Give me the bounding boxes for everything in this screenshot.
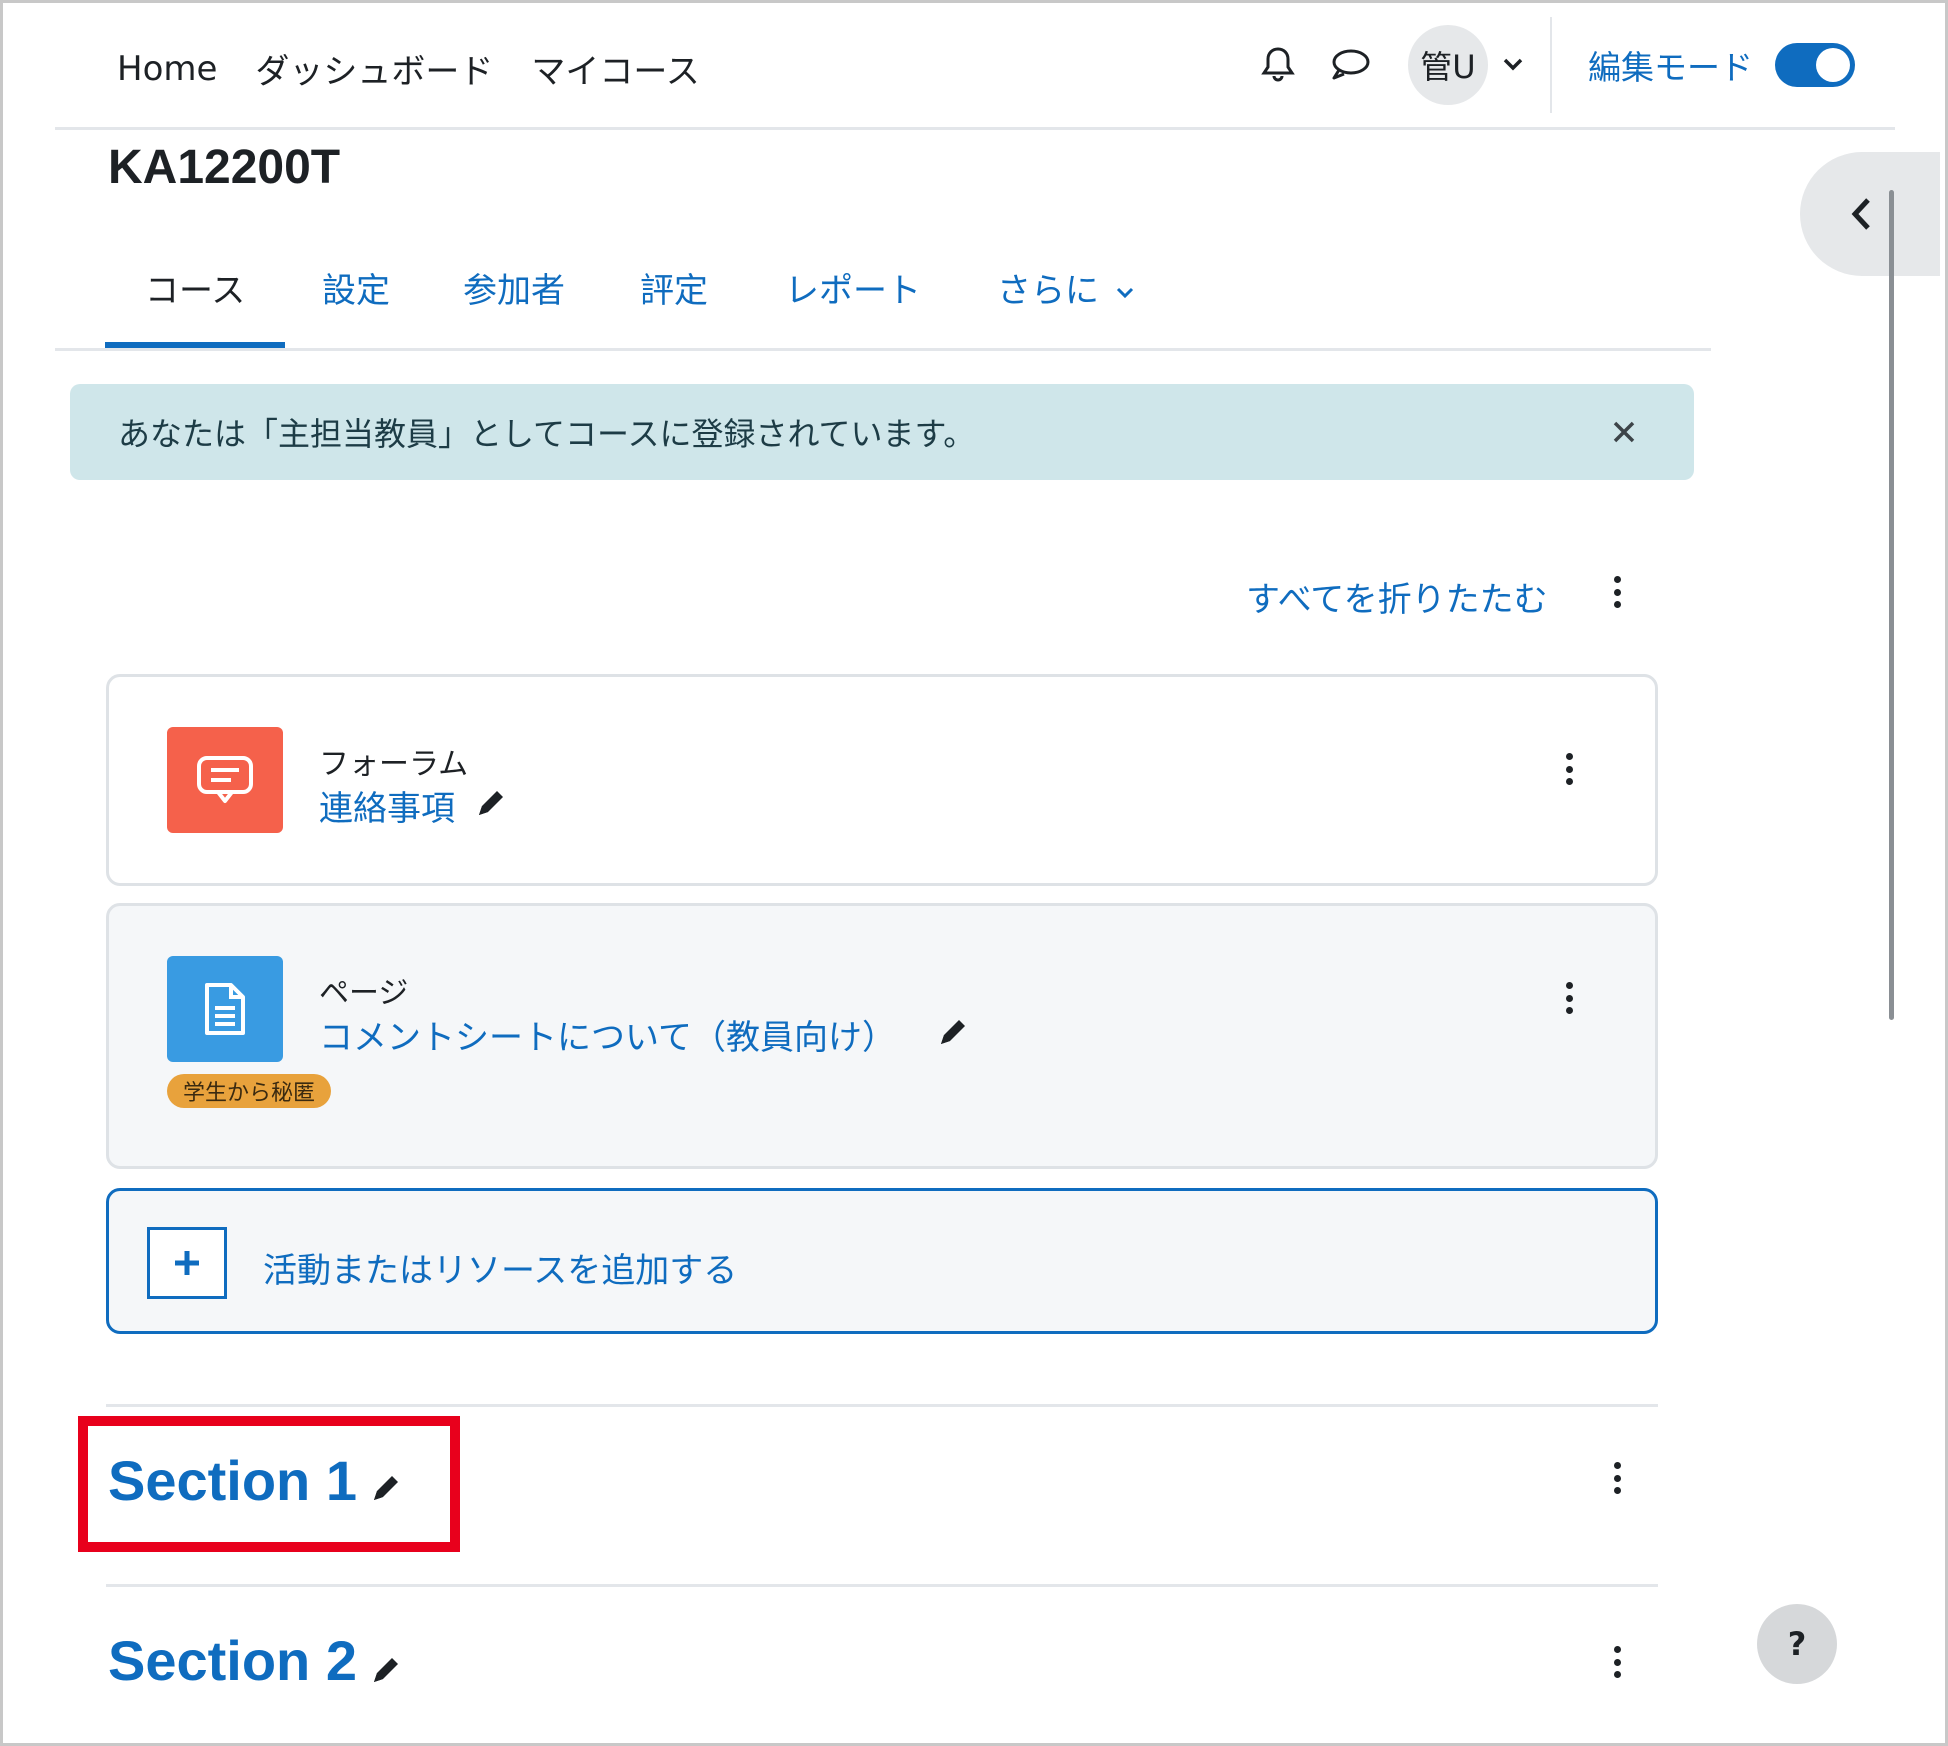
tab-reports[interactable]: レポート — [785, 263, 921, 312]
collapse-all-link[interactable]: すべてを折りたたむ — [1246, 572, 1548, 621]
course-title: KA12200T — [108, 141, 341, 194]
edit-title-pencil-icon[interactable] — [473, 785, 509, 821]
notifications-bell-icon[interactable] — [1248, 35, 1308, 95]
forum-icon — [167, 727, 283, 833]
activity-card-forum: フォーラム 連絡事項 — [106, 674, 1658, 886]
add-activity-button[interactable]: 活動またはリソースを追加する — [106, 1188, 1658, 1334]
section-2-title[interactable]: Section 2 — [108, 1628, 357, 1693]
section-actions-kebab-icon[interactable] — [1605, 1642, 1629, 1682]
chevron-left-icon — [1851, 198, 1870, 230]
activity-actions-kebab-icon[interactable] — [1557, 978, 1581, 1018]
highlight-annotation-box — [78, 1416, 460, 1552]
edit-mode-toggle[interactable] — [1775, 43, 1855, 87]
plus-icon — [147, 1227, 227, 1299]
edit-mode-label: 編集モード — [1588, 48, 1753, 87]
section-actions-kebab-icon[interactable] — [1605, 1458, 1629, 1498]
alert-message: あなたは「主担当教員」としてコースに登録されています。 — [118, 415, 976, 453]
section-divider — [106, 1404, 1658, 1407]
activity-link-comment-sheet[interactable]: コメントシートについて（教員向け） — [319, 1010, 896, 1059]
activity-type-label: フォーラム — [319, 747, 469, 782]
open-block-drawer-button[interactable] — [1800, 152, 1940, 276]
active-tab-indicator — [105, 342, 285, 348]
page-icon — [167, 956, 283, 1062]
tab-participants[interactable]: 参加者 — [463, 263, 565, 312]
tab-settings[interactable]: 設定 — [322, 263, 390, 312]
navbar-user-area: 管U 編集モード — [1248, 17, 1895, 113]
course-actions-kebab-icon[interactable] — [1605, 572, 1629, 612]
navbar-divider — [1550, 17, 1552, 113]
add-activity-label: 活動またはリソースを追加する — [263, 1251, 738, 1291]
section-divider — [106, 1584, 1658, 1587]
primary-navigation: Home ダッシュボード マイコース — [117, 44, 700, 93]
role-notification-alert: あなたは「主担当教員」としてコースに登録されています。 — [70, 384, 1694, 480]
tab-more-label: さらに — [997, 271, 1099, 311]
help-button[interactable]: ? — [1757, 1604, 1837, 1684]
tab-more[interactable]: さらに — [997, 263, 1134, 312]
nav-dashboard-link[interactable]: ダッシュボード — [255, 44, 493, 93]
activity-link-announcements[interactable]: 連絡事項 — [319, 781, 455, 830]
nav-home-link[interactable]: Home — [117, 49, 217, 89]
tab-grades[interactable]: 評定 — [640, 263, 708, 312]
course-secondary-navigation: コース 設定 参加者 評定 レポート さらに — [55, 245, 1711, 351]
user-avatar[interactable]: 管U — [1408, 25, 1488, 105]
hidden-from-students-badge: 学生から秘匿 — [167, 1074, 332, 1108]
edit-section-pencil-icon[interactable] — [368, 1652, 404, 1688]
activity-actions-kebab-icon[interactable] — [1557, 749, 1581, 789]
messages-chat-icon[interactable] — [1320, 35, 1380, 95]
activity-type-label: ページ — [319, 976, 409, 1011]
user-menu-chevron-down-icon[interactable] — [1502, 56, 1524, 75]
edit-title-pencil-icon[interactable] — [935, 1014, 971, 1050]
activity-card-page: ページ コメントシートについて（教員向け） 学生から秘匿 — [106, 903, 1658, 1169]
alert-close-icon[interactable] — [1606, 414, 1642, 450]
page-scrollbar[interactable] — [1889, 190, 1894, 1020]
tab-course[interactable]: コース — [145, 263, 245, 312]
top-navbar: Home ダッシュボード マイコース 管U 編集モード — [55, 0, 1895, 130]
more-chevron-down-icon — [1116, 287, 1133, 298]
nav-mycourses-link[interactable]: マイコース — [531, 44, 699, 93]
